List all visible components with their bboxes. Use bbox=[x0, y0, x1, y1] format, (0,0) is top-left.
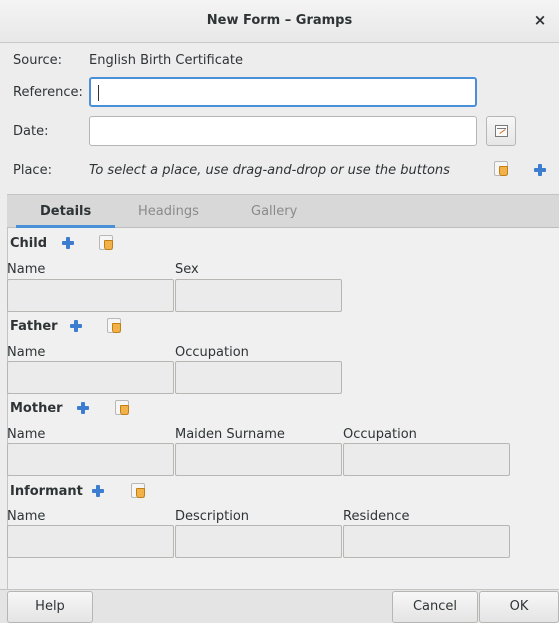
share-child-icon[interactable] bbox=[99, 235, 113, 250]
mother-maiden-surname-cell[interactable] bbox=[175, 443, 342, 476]
mother-occupation-header: Occupation bbox=[343, 427, 417, 442]
date-label: Date: bbox=[13, 124, 49, 139]
mother-name-header: Name bbox=[7, 427, 46, 442]
father-section-title: Father bbox=[10, 319, 58, 334]
informant-description-cell[interactable] bbox=[175, 525, 342, 558]
informant-residence-cell[interactable] bbox=[343, 525, 510, 558]
mother-occupation-cell[interactable] bbox=[343, 443, 510, 476]
child-sex-header: Sex bbox=[175, 262, 199, 277]
father-occupation-header: Occupation bbox=[175, 345, 249, 360]
tab-gallery[interactable]: Gallery bbox=[251, 204, 297, 219]
reference-input[interactable] bbox=[89, 77, 477, 107]
place-label: Place: bbox=[13, 163, 52, 178]
informant-name-header: Name bbox=[7, 509, 46, 524]
mother-section-title: Mother bbox=[10, 401, 63, 416]
share-informant-icon[interactable] bbox=[131, 483, 145, 498]
tab-headings[interactable]: Headings bbox=[138, 204, 199, 219]
source-label: Source: bbox=[13, 53, 63, 68]
help-button[interactable]: Help bbox=[7, 591, 93, 623]
informant-residence-header: Residence bbox=[343, 509, 410, 524]
child-section-title: Child bbox=[10, 236, 48, 251]
father-name-cell[interactable] bbox=[7, 361, 174, 394]
title-bar: New Form – Gramps × bbox=[0, 0, 559, 43]
tab-details[interactable]: Details bbox=[40, 204, 91, 219]
child-name-cell[interactable] bbox=[7, 279, 174, 312]
add-mother-icon[interactable] bbox=[77, 402, 89, 414]
father-occupation-cell[interactable] bbox=[175, 361, 342, 394]
place-hint: To select a place, use drag-and-drop or … bbox=[89, 163, 450, 178]
add-father-icon[interactable] bbox=[70, 320, 82, 332]
date-editor-button[interactable] bbox=[486, 116, 516, 146]
informant-section-title: Informant bbox=[10, 484, 83, 499]
share-existing-icon[interactable] bbox=[494, 161, 508, 176]
close-icon[interactable]: × bbox=[531, 11, 549, 29]
child-sex-cell[interactable] bbox=[175, 279, 342, 312]
text-cursor bbox=[98, 85, 99, 101]
add-child-icon[interactable] bbox=[62, 237, 74, 249]
add-informant-icon[interactable] bbox=[92, 485, 104, 497]
child-name-header: Name bbox=[7, 262, 46, 277]
ok-button[interactable]: OK bbox=[479, 591, 559, 623]
tab-bar: Details Headings Gallery bbox=[7, 194, 559, 228]
cancel-button[interactable]: Cancel bbox=[392, 591, 478, 623]
add-icon[interactable] bbox=[534, 164, 546, 176]
share-father-icon[interactable] bbox=[107, 318, 121, 333]
share-mother-icon[interactable] bbox=[115, 400, 129, 415]
source-value: English Birth Certificate bbox=[89, 53, 243, 68]
informant-name-cell[interactable] bbox=[7, 525, 174, 558]
father-name-header: Name bbox=[7, 345, 46, 360]
mother-maiden-surname-header: Maiden Surname bbox=[175, 427, 285, 442]
reference-label: Reference: bbox=[13, 85, 83, 100]
date-input[interactable] bbox=[89, 116, 477, 146]
informant-description-header: Description bbox=[175, 509, 250, 524]
window-title: New Form – Gramps bbox=[206, 13, 353, 28]
mother-name-cell[interactable] bbox=[7, 443, 174, 476]
date-editor-icon bbox=[495, 125, 508, 137]
